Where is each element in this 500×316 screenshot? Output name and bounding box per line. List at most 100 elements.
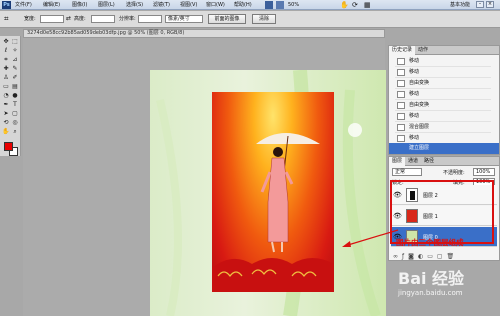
tab-paths[interactable]: 路径 [421,157,437,166]
new-layer-icon[interactable]: ▢ [437,253,447,260]
history-item[interactable]: 自由变换 [395,100,491,111]
history-panel-tabs: 历史记录 动作 [389,46,499,55]
hand-tool-icon[interactable]: ✋ [2,128,10,136]
brush-tool-icon[interactable]: ✎ [11,65,19,73]
tab-channels[interactable]: 通道 [405,157,421,166]
menu-window[interactable]: 窗口(W) [204,1,227,9]
history-item[interactable]: 移动 [395,67,491,78]
opacity-input[interactable]: 100% [473,168,495,176]
menu-edit[interactable]: 编辑(E) [41,1,62,9]
minimize-icon[interactable]: – [476,1,484,8]
document-tab[interactable]: 3274d0e58cc92b85ad059deb03dfp.jpg @ 50% … [23,29,385,38]
width-label: 宽度: [24,16,36,22]
healing-brush-icon[interactable]: ✚ [2,65,10,73]
chinese-woman-photo-layer [212,92,334,292]
history-item-selected[interactable]: 建立图层 [389,143,499,154]
menu-help[interactable]: 帮助(H) [232,1,254,9]
adjustment-icon[interactable]: ◐ [418,253,427,260]
mask-icon[interactable]: ◙ [408,253,418,260]
history-item[interactable]: 移动 [395,111,491,122]
gradient-tool-icon[interactable]: ▤ [11,83,19,91]
stamp-tool-icon[interactable]: ♙ [2,74,10,82]
arrange-icon[interactable]: ▦ [364,1,371,9]
annotation-arrow [342,229,399,247]
history-item[interactable]: 移动 [395,89,491,100]
close-icon[interactable]: × [486,1,494,8]
history-item-label: 移动 [409,91,420,97]
history-item[interactable]: 自由变换 [395,78,491,89]
history-step-icon [397,58,405,65]
crop-tool-icon[interactable]: ⌗ [4,14,14,24]
swap-icon[interactable]: ⇄ [66,15,71,22]
history-panel: 历史记录 动作 移动 移动 自由变换 移动 自由变换 移动 混合图层 移动 取消… [388,45,500,155]
history-step-icon [397,124,405,131]
tools-panel: ✥ ⬚ ℓ ✧ ⌗ ⊿ ✚ ✎ ♙ ✐ ▭ ▤ ◔ ● ✒ T ➤ ▢ ⟲ ◎ … [0,36,21,156]
marquee-tool-icon[interactable]: ⬚ [11,38,19,46]
foreground-color-swatch[interactable] [4,142,13,151]
tab-history[interactable]: 历史记录 [389,46,416,55]
history-item[interactable]: 移动 [395,56,491,67]
history-step-icon [397,113,405,120]
baidu-logo-text: Bai 经验 [398,269,465,288]
history-item-label: 移动 [409,58,420,64]
magic-wand-icon[interactable]: ✧ [11,47,19,55]
eyedropper-icon[interactable]: ⊿ [11,56,19,64]
layers-panel-tabs: 图层 通道 路径 [389,157,499,166]
tab-actions[interactable]: 动作 [415,46,431,55]
watermark-url: jingyan.baidu.com [398,289,463,297]
3d-rotate-icon[interactable]: ⟲ [2,119,10,127]
history-item[interactable]: 混合图层 [395,122,491,133]
crop-icon[interactable]: ⌗ [2,56,10,64]
blur-tool-icon[interactable]: ◔ [2,92,10,100]
height-input[interactable] [91,15,115,23]
move-tool-icon[interactable]: ✥ [2,38,10,46]
clear-button[interactable]: 清除 [252,14,276,24]
history-item-label: 移动 [409,135,420,141]
history-item-label: 自由变换 [409,102,430,108]
history-step-icon [397,69,405,76]
link-layers-icon[interactable]: ∞ [393,253,402,260]
history-brush-icon[interactable]: ✐ [11,74,19,82]
rotate-icon[interactable]: ⟳ [352,1,358,9]
path-select-icon[interactable]: ➤ [2,110,10,118]
3d-camera-icon[interactable]: ◎ [11,119,19,127]
history-step-icon [397,135,405,142]
hand-icon[interactable]: ✋ [340,1,349,9]
layer-bottom-toolbar: ∞ƒ◙◐▭▢🗑 [393,253,493,260]
baidu-watermark: Bai 经验 jingyan.baidu.com [398,270,498,300]
minibridge-icon[interactable] [276,1,284,9]
menu-image[interactable]: 图像(I) [70,1,89,9]
group-icon[interactable]: ▭ [427,253,437,260]
trash-icon[interactable]: 🗑 [447,253,459,260]
tab-layers[interactable]: 图层 [389,157,406,166]
menu-bar: Ps 文件(F) 编辑(E) 图像(I) 图层(L) 选择(S) 滤镜(T) 视… [0,0,500,10]
woman-with-parasol-image [212,133,334,292]
menu-file[interactable]: 文件(F) [13,1,34,9]
menu-layer[interactable]: 图层(L) [96,1,117,9]
type-tool-icon[interactable]: T [11,101,19,109]
width-input[interactable] [40,15,64,23]
history-item-label: 混合图层 [409,124,430,130]
unit-select[interactable]: 像素/英寸 [165,15,203,23]
history-item-label: 移动 [409,69,420,75]
pen-tool-icon[interactable]: ✒ [2,101,10,109]
annotation-label: 图片由三个图层组成 [396,238,464,247]
eraser-tool-icon[interactable]: ▭ [2,83,10,91]
zoom-tool-icon[interactable]: ⌕ [11,128,19,136]
height-label: 高度: [74,16,86,22]
resolution-input[interactable] [138,15,162,23]
history-step-icon [397,102,405,109]
bridge-icon[interactable] [265,1,273,9]
shape-tool-icon[interactable]: ▢ [11,110,19,118]
menu-view[interactable]: 视图(V) [178,1,199,9]
workspace-switcher[interactable]: 基本功能 [450,1,470,9]
dodge-tool-icon[interactable]: ● [11,92,19,100]
menu-filter[interactable]: 滤镜(T) [151,1,172,9]
options-bar: ⌗ 宽度: ⇄ 高度: 分辨率: 像素/英寸 前面的图像 清除 [0,11,500,28]
history-item-label: 移动 [409,113,420,119]
blend-mode-select[interactable]: 正常 [392,168,422,176]
lasso-tool-icon[interactable]: ℓ [2,47,10,55]
zoom-level[interactable]: 50% [288,1,299,9]
front-image-button[interactable]: 前面的图像 [208,14,246,24]
menu-select[interactable]: 选择(S) [124,1,145,9]
